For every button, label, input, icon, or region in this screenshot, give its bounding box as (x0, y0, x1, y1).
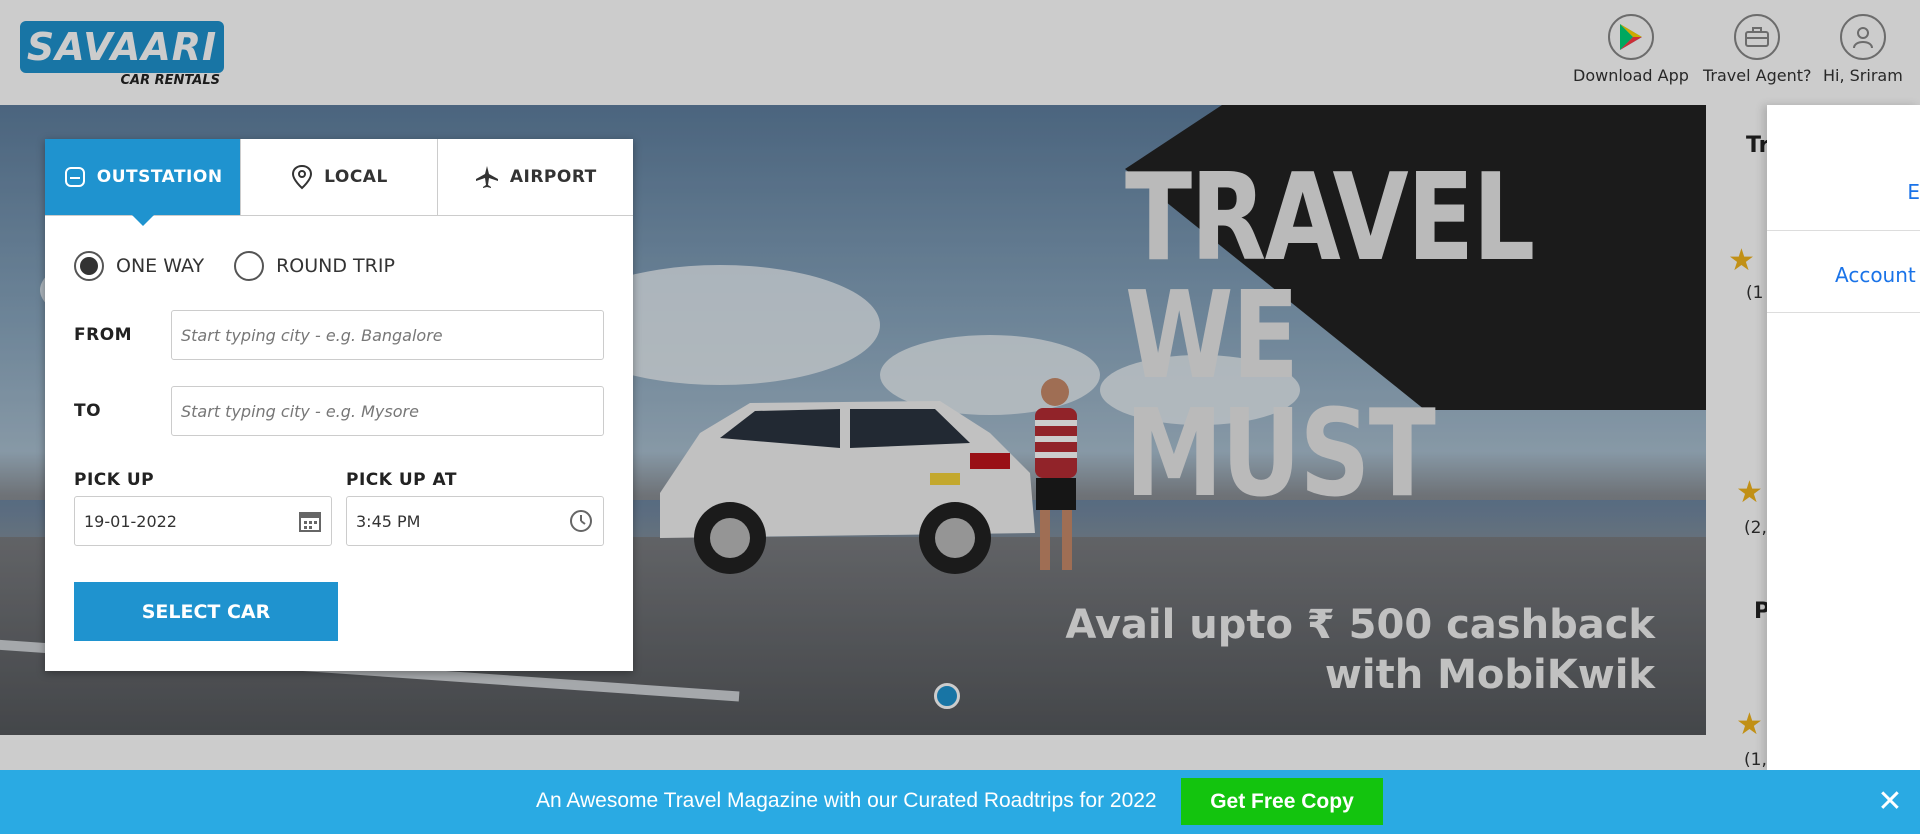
play-store-icon (1607, 14, 1654, 60)
review-count: (1, (1744, 750, 1767, 770)
one-way-radio[interactable] (74, 251, 104, 281)
trip-type-group: ONE WAY ROUND TRIP (74, 251, 395, 281)
suv-car-illustration (660, 401, 1035, 574)
trip-category-tabs: OUTSTATION LOCAL AIRPORT (45, 139, 633, 226)
review-count: (1 (1746, 283, 1764, 303)
close-icon[interactable]: ✕ (1875, 787, 1905, 817)
from-city-input[interactable] (171, 310, 604, 360)
column-heading: Tr (1746, 133, 1770, 158)
tab-local-label: LOCAL (324, 167, 388, 187)
page: SAVAARI CAR RENTALS Download App Travel … (0, 0, 1920, 834)
round-trip-label: ROUND TRIP (276, 255, 395, 277)
booking-widget: OUTSTATION LOCAL AIRPORT ONE WAY ROUND T… (45, 139, 633, 671)
tab-local[interactable]: LOCAL (240, 139, 436, 215)
one-way-label: ONE WAY (116, 255, 205, 277)
tab-airport-label: AIRPORT (509, 167, 597, 187)
calendar-icon[interactable] (298, 509, 322, 533)
user-icon (1839, 14, 1886, 60)
briefcase-icon (1734, 14, 1781, 60)
tab-outstation[interactable]: OUTSTATION (45, 139, 241, 226)
account-link[interactable]: Account (1767, 231, 1920, 313)
person-illustration (1035, 378, 1077, 570)
to-label: TO (74, 401, 102, 421)
cashback-offer: Avail upto ₹ 500 cashback with MobiKwik (1030, 600, 1655, 700)
star-icon: ★ (1728, 243, 1755, 278)
clock-icon[interactable] (568, 508, 594, 534)
download-app-link[interactable]: Download App (1573, 14, 1689, 85)
promo-title-line1: TRAVEL (1125, 149, 1535, 288)
logo-subtitle: CAR RENTALS (120, 73, 220, 88)
pickup-time-label: PICK UP AT (346, 470, 457, 490)
to-city-input[interactable] (171, 386, 604, 436)
travel-agent-label: Travel Agent? (1703, 66, 1812, 85)
account-drawer: E Account (1767, 105, 1920, 770)
pickup-time-value: 3:45 PM (356, 511, 421, 531)
review-count: (2, (1744, 518, 1767, 538)
round-trip-radio[interactable] (234, 251, 265, 281)
promo-title: TRAVEL WE MUST (1125, 149, 1568, 524)
user-account-link[interactable]: Hi, Sriram (1823, 14, 1903, 85)
one-way-option[interactable]: ONE WAY (74, 251, 204, 281)
travel-agent-link[interactable]: Travel Agent? (1703, 14, 1812, 85)
star-icon: ★ (1736, 475, 1763, 510)
tab-outstation-label: OUTSTATION (96, 167, 223, 187)
car-front-icon (64, 167, 85, 187)
pickup-date-field[interactable]: 19-01-2022 (74, 496, 332, 546)
logo-main: SAVAARI (20, 21, 224, 73)
select-car-button[interactable]: SELECT CAR (74, 582, 338, 641)
cashback-line1: Avail upto ₹ 500 cashback (1065, 602, 1655, 648)
user-greeting: Hi, Sriram (1823, 66, 1903, 85)
airplane-icon (475, 166, 498, 188)
location-pin-icon (292, 164, 313, 190)
pickup-date-value: 19-01-2022 (84, 511, 177, 531)
promo-title-line2: WE MUST (1125, 267, 1436, 524)
pickup-time-field[interactable]: 3:45 PM (346, 496, 604, 546)
get-free-copy-button[interactable]: Get Free Copy (1181, 778, 1383, 825)
savaari-logo[interactable]: SAVAARI CAR RENTALS (20, 21, 224, 89)
star-icon: ★ (1736, 707, 1763, 742)
pickup-date-label: PICK UP (74, 470, 155, 490)
site-header: SAVAARI CAR RENTALS Download App Travel … (0, 0, 1920, 105)
magazine-promo-banner: An Awesome Travel Magazine with our Cura… (0, 770, 1920, 834)
from-label: FROM (74, 325, 133, 345)
drawer-link-1[interactable]: E (1767, 105, 1920, 231)
tab-airport[interactable]: AIRPORT (436, 139, 633, 215)
cashback-line2: with MobiKwik (1324, 652, 1655, 698)
banner-text: An Awesome Travel Magazine with our Cura… (536, 789, 1157, 812)
round-trip-option[interactable]: ROUND TRIP (234, 251, 395, 281)
download-app-label: Download App (1573, 66, 1689, 85)
carousel-dot[interactable] (934, 683, 960, 709)
